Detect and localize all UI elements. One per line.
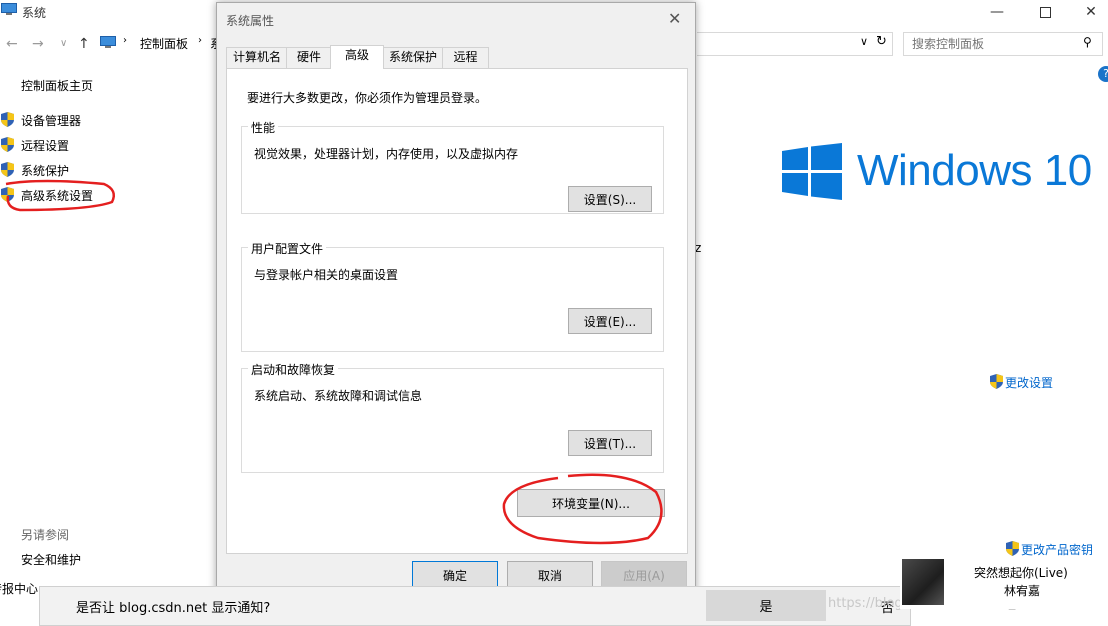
change-settings-link[interactable]: 更改设置 (1005, 374, 1053, 391)
admin-note: 要进行大多数更改，你必须作为管理员登录。 (247, 91, 488, 105)
sidebar-home-link[interactable]: 控制面板主页 (21, 77, 93, 94)
user-profiles-group: 用户配置文件 与登录帐户相关的桌面设置 设置(E)... (241, 240, 664, 352)
group-description: 视觉效果，处理器计划，内存使用，以及虚拟内存 (254, 147, 519, 161)
group-title: 用户配置文件 (248, 240, 327, 257)
recent-locations-button[interactable]: ∨ (60, 38, 67, 49)
music-player[interactable]: 突然想起你(Live) 林宥嘉 (900, 559, 1108, 609)
breadcrumb-item[interactable]: 控制面板 (140, 35, 188, 52)
minimize-icon: — (990, 4, 1004, 20)
cancel-button[interactable]: 取消 (507, 561, 593, 589)
group-description: 系统启动、系统故障和调试信息 (254, 389, 423, 403)
windows-logo-icon (782, 143, 842, 200)
computer-icon (1, 3, 17, 15)
dialog-title: 系统属性 (226, 14, 275, 28)
user-profiles-settings-button[interactable]: 设置(E)... (568, 308, 652, 334)
breadcrumb-separator-icon: › (123, 35, 127, 46)
notification-bar: 是否让 blog.csdn.net 显示通知? 否 是 (39, 586, 911, 626)
arrow-up-icon: ↑ (78, 36, 90, 52)
notification-text: 是否让 blog.csdn.net 显示通知? (76, 601, 271, 616)
song-title: 突然想起你(Live) (974, 566, 1068, 580)
notification-yes-button[interactable]: 是 (706, 590, 826, 621)
window-title: 系统 (22, 6, 47, 20)
dialog-close-button[interactable]: ✕ (668, 9, 681, 28)
performance-group: 性能 视觉效果，处理器计划，内存使用，以及虚拟内存 设置(S)... (241, 119, 664, 214)
see-also-security-maintenance[interactable]: 安全和维护 (21, 551, 81, 568)
shield-icon (1, 112, 14, 127)
maximize-button[interactable] (1022, 0, 1068, 24)
maximize-icon (1039, 6, 1051, 18)
group-description: 与登录帐户相关的桌面设置 (254, 268, 399, 282)
address-bar-right[interactable]: ∨ ↻ (697, 32, 893, 56)
group-title: 启动和故障恢复 (248, 361, 339, 378)
minimize-button[interactable]: — (974, 0, 1020, 24)
breadcrumb-separator-icon: › (198, 35, 202, 46)
arrow-left-icon: ← (6, 36, 18, 52)
album-cover (902, 559, 944, 605)
change-product-key-link[interactable]: 更改产品密钥 (1021, 541, 1093, 558)
shield-icon (990, 374, 1003, 389)
performance-settings-button[interactable]: 设置(S)... (568, 186, 652, 212)
sidebar-item-system-protection[interactable]: 系统保护 (21, 162, 69, 179)
tab-computer-name[interactable]: 计算机名 (226, 47, 288, 68)
sidebar-item-remote-settings[interactable]: 远程设置 (21, 137, 69, 154)
advanced-tab-panel: 要进行大多数更改，你必须作为管理员登录。 性能 视觉效果，处理器计划，内存使用，… (226, 68, 688, 554)
control-panel-icon (100, 36, 116, 48)
ok-button[interactable]: 确定 (412, 561, 498, 589)
environment-variables-button[interactable]: 环境变量(N)... (517, 489, 665, 517)
shield-icon (1, 187, 14, 202)
chevron-down-icon: ∨ (60, 38, 68, 49)
tab-system-protection[interactable]: 系统保护 (382, 47, 444, 68)
artist-name: 林宥嘉 (1004, 584, 1041, 598)
see-also-title: 另请参阅 (21, 528, 70, 542)
back-button[interactable]: ← (6, 36, 18, 52)
search-icon[interactable]: ⚲ (1083, 35, 1092, 49)
search-input[interactable] (910, 34, 1084, 54)
tab-remote[interactable]: 远程 (442, 47, 489, 68)
apply-button[interactable]: 应用(A) (601, 561, 687, 589)
search-box[interactable]: ⚲ (903, 32, 1103, 56)
shield-icon (1, 162, 14, 177)
close-button[interactable]: ✕ (1068, 0, 1108, 24)
shield-icon (1006, 541, 1019, 556)
help-icon[interactable]: ? (1098, 66, 1108, 82)
sidebar-item-advanced-system-settings[interactable]: 高级系统设置 (21, 187, 93, 204)
partial-link[interactable]: 传报中心 (0, 580, 38, 597)
group-title: 性能 (248, 119, 279, 136)
shield-icon (1, 137, 14, 152)
windows-logo-text: Windows 10 (857, 146, 1092, 195)
up-button[interactable]: ↑ (78, 36, 90, 52)
startup-recovery-group: 启动和故障恢复 系统启动、系统故障和调试信息 设置(T)... (241, 361, 664, 473)
sidebar-item-device-manager[interactable]: 设备管理器 (21, 112, 81, 129)
address-bar[interactable]: › 控制面板 › 系 (98, 33, 222, 53)
system-properties-dialog: 系统属性 ✕ 计算机名 硬件 高级 系统保护 远程 要进行大多数更改，你必须作为… (216, 2, 696, 600)
startup-recovery-settings-button[interactable]: 设置(T)... (568, 430, 652, 456)
forward-button[interactable]: → (32, 36, 44, 52)
tab-hardware[interactable]: 硬件 (286, 47, 332, 68)
chevron-down-icon[interactable]: ∨ (860, 35, 868, 48)
close-icon: ✕ (668, 9, 682, 28)
refresh-icon[interactable]: ↻ (876, 34, 887, 49)
arrow-right-icon: → (32, 36, 44, 52)
close-icon: ✕ (1085, 4, 1097, 20)
tab-advanced[interactable]: 高级 (330, 45, 384, 69)
